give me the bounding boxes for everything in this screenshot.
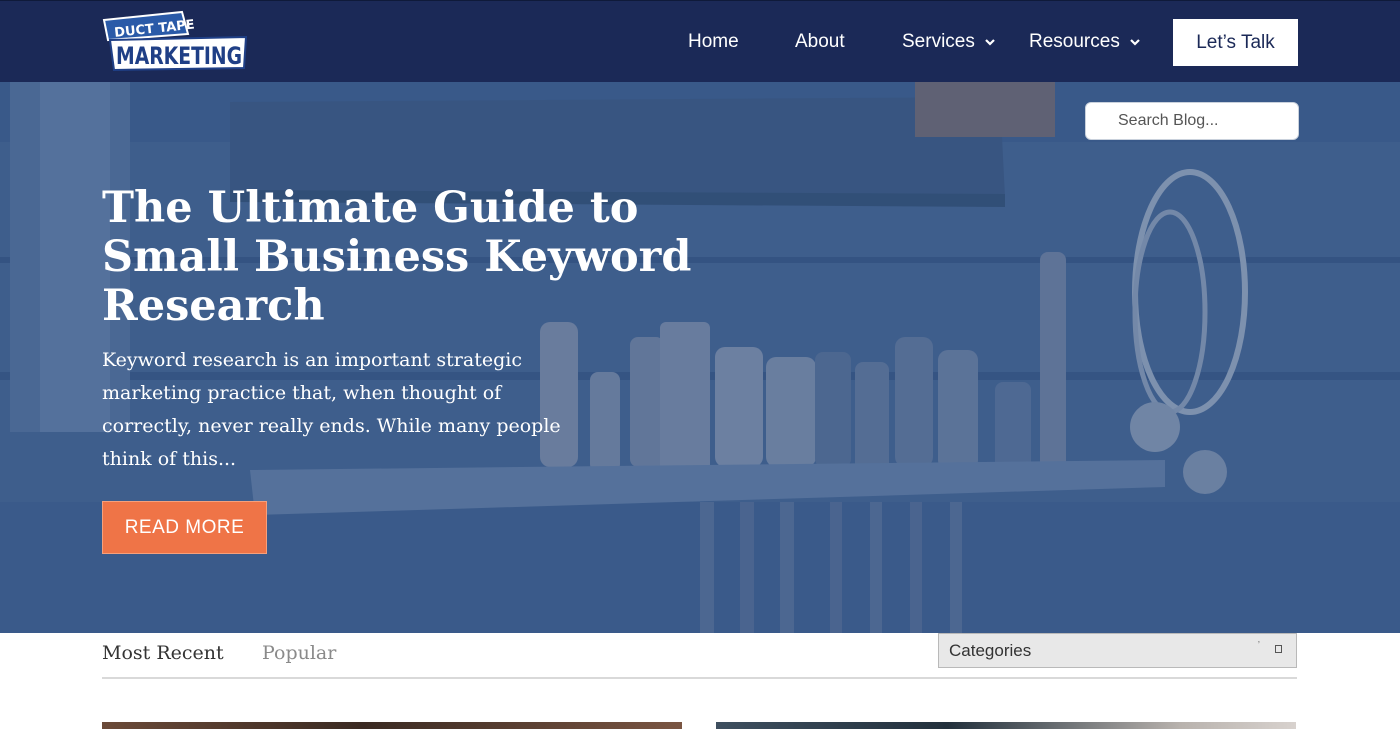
categories-select[interactable]: Categories ’ [938,633,1297,668]
search-blog-input[interactable] [1085,102,1299,140]
post-card-image-left[interactable] [102,722,682,729]
dropdown-arrow-icon [1275,645,1282,653]
nav-resources[interactable]: Resources [1029,31,1141,53]
tab-popular[interactable]: Popular [262,642,336,664]
nav-about[interactable]: About [795,31,845,53]
nav-about-label: About [795,31,845,52]
chevron-down-icon [985,39,995,46]
nav-services[interactable]: Services [902,31,996,53]
lets-talk-button[interactable]: Let’s Talk [1173,19,1298,66]
select-tick-icon: ’ [1257,640,1260,651]
hero-excerpt: Keyword research is an important strateg… [102,349,561,470]
logo-line2: MARKETING [116,42,242,70]
read-more-button[interactable]: READ MORE [102,501,267,554]
nav-services-label: Services [902,31,975,52]
nav-resources-label: Resources [1029,31,1120,52]
tab-most-recent[interactable]: Most Recent [102,642,224,664]
tabs-divider [102,677,1297,679]
nav-home[interactable]: Home [688,31,739,53]
site-header: DUCT TAPE MARKETING Home About Services … [0,0,1400,82]
categories-selected-value: Categories [949,640,1032,660]
chevron-down-icon [1130,39,1140,46]
hero-banner: The Ultimate Guide to Small Business Key… [0,82,1400,633]
post-card-image-right[interactable] [716,722,1296,729]
nav-home-label: Home [688,31,739,52]
hero-title[interactable]: The Ultimate Guide to Small Business Key… [102,184,722,331]
duct-tape-marketing-logo[interactable]: DUCT TAPE MARKETING [102,10,248,72]
